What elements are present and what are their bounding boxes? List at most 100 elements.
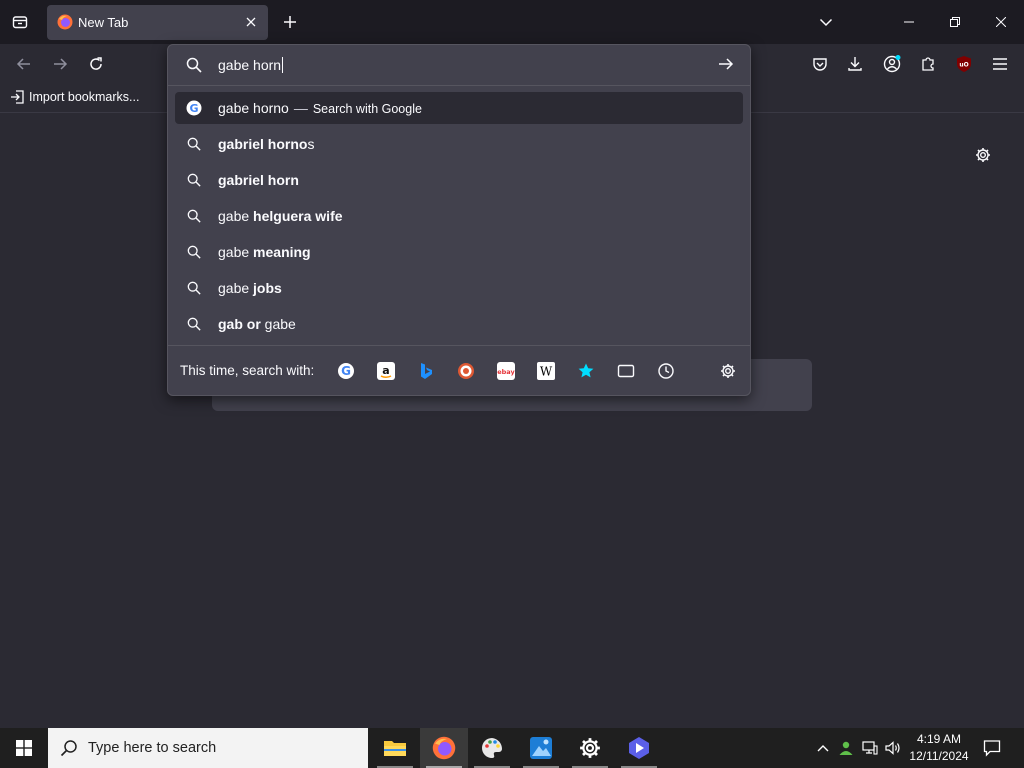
import-bookmarks-label: Import bookmarks...: [29, 90, 140, 104]
tab-close-button[interactable]: [241, 12, 261, 32]
restore-icon: [950, 17, 960, 27]
svg-text:uO: uO: [959, 62, 968, 69]
show-hidden-icons-button[interactable]: [814, 738, 832, 758]
result-suggestion[interactable]: gabe helguera wife: [175, 200, 743, 232]
result-suggestion[interactable]: gabe meaning: [175, 236, 743, 268]
svg-text:G: G: [189, 102, 198, 115]
bookmarks-star-icon[interactable]: [575, 360, 597, 382]
result-text: gabe helguera wife: [218, 208, 343, 224]
taskbar-search-box[interactable]: Type here to search: [48, 728, 368, 768]
user-tray-icon[interactable]: [837, 738, 855, 758]
tabs-icon[interactable]: [615, 360, 637, 382]
account-button[interactable]: [878, 50, 906, 78]
history-icon[interactable]: [655, 360, 677, 382]
photos-icon: [530, 737, 552, 759]
svg-text:W: W: [540, 365, 553, 379]
volume-tray-icon[interactable]: [884, 738, 902, 758]
restore-button[interactable]: [932, 0, 978, 44]
import-icon: [11, 90, 24, 104]
settings-taskbar-button[interactable]: [566, 728, 614, 768]
pocket-button[interactable]: [806, 50, 834, 78]
taskbar-search-placeholder: Type here to search: [88, 740, 217, 756]
close-icon: [246, 17, 256, 27]
close-window-button[interactable]: [978, 0, 1024, 44]
video-editor-icon: [629, 737, 649, 759]
urlbar-input[interactable]: gabe horn: [218, 57, 284, 73]
ebay-icon[interactable]: ebay: [495, 360, 517, 382]
plus-icon: [284, 16, 296, 28]
wikipedia-icon[interactable]: W: [535, 360, 557, 382]
file-explorer-button[interactable]: [371, 728, 419, 768]
firefox-view-button[interactable]: [6, 8, 34, 36]
tab-strip: New Tab: [0, 0, 1024, 44]
minimize-button[interactable]: [886, 0, 932, 44]
photos-button[interactable]: [517, 728, 565, 768]
result-text-bold: helguera wife: [253, 208, 343, 224]
chevron-down-icon: [819, 18, 833, 27]
svg-text:a: a: [382, 364, 389, 377]
result-suggestion[interactable]: gabriel horn: [175, 164, 743, 196]
close-icon: [996, 17, 1006, 27]
clock-date[interactable]: 12/11/2024: [908, 749, 970, 763]
go-button[interactable]: [718, 56, 738, 76]
result-text-plain: gabe: [218, 208, 254, 224]
paint-button[interactable]: [468, 728, 516, 768]
search-icon: [186, 316, 202, 332]
clock-time[interactable]: 4:19 AM: [908, 732, 970, 746]
search-icon: [186, 244, 202, 260]
personalize-button[interactable]: [972, 144, 994, 166]
result-text-bold: gab or: [218, 316, 261, 332]
back-button[interactable]: [10, 50, 38, 78]
forward-arrow-icon: [54, 58, 68, 70]
chevron-up-icon: [817, 745, 829, 752]
bing-icon[interactable]: [415, 360, 437, 382]
ublock-origin-button[interactable]: uO: [950, 50, 978, 78]
divider: [168, 345, 750, 346]
result-suggestion[interactable]: gabe jobs: [175, 272, 743, 304]
google-icon: G: [186, 100, 202, 116]
network-tray-icon[interactable]: [861, 738, 879, 758]
extensions-button[interactable]: [914, 50, 942, 78]
svg-text:G: G: [341, 364, 351, 378]
search-icon: [186, 57, 202, 73]
one-off-search-label: This time, search with:: [180, 363, 315, 378]
app-menu-button[interactable]: [986, 50, 1014, 78]
new-tab-button[interactable]: [278, 8, 302, 36]
result-text-bold: gabriel horn: [218, 172, 299, 188]
folder-icon: [384, 741, 406, 756]
divider: [168, 85, 750, 86]
search-settings-button[interactable]: [717, 360, 739, 382]
list-all-tabs-button[interactable]: [812, 8, 840, 36]
pocket-icon: [813, 58, 827, 71]
result-suggestion[interactable]: gabriel hornos: [175, 128, 743, 160]
duckduckgo-icon[interactable]: [455, 360, 477, 382]
urlbar-input-row[interactable]: gabe horn: [168, 45, 750, 85]
notification-center-button[interactable]: [980, 736, 1004, 760]
result-text: gabe horno — Search with Google: [218, 100, 422, 116]
person-icon: [839, 741, 853, 755]
reload-button[interactable]: [82, 50, 110, 78]
tab-new-tab[interactable]: New Tab: [47, 5, 268, 40]
firefox-taskbar-button[interactable]: [420, 728, 468, 768]
amazon-icon[interactable]: a: [375, 360, 397, 382]
search-icon: [186, 208, 202, 224]
ublock-icon: uO: [957, 56, 971, 72]
firefox-icon: [57, 14, 73, 30]
result-text: gab or gabe: [218, 316, 296, 332]
tab-title: New Tab: [78, 15, 129, 30]
result-text-plain: s: [307, 136, 315, 152]
result-search-with-google[interactable]: G gabe horno — Search with Google: [175, 92, 743, 124]
hamburger-menu-icon: [993, 58, 1007, 70]
account-icon: [883, 55, 901, 73]
import-bookmarks-button[interactable]: Import bookmarks...: [10, 90, 139, 104]
result-text: gabe jobs: [218, 280, 282, 296]
result-text: gabriel horn: [218, 172, 299, 188]
google-icon[interactable]: G: [335, 360, 357, 382]
search-icon: [186, 172, 202, 188]
downloads-button[interactable]: [841, 50, 869, 78]
start-button[interactable]: [0, 728, 48, 768]
result-text-bold: meaning: [253, 244, 311, 260]
result-suggestion[interactable]: gab or gabe: [175, 308, 743, 340]
forward-button[interactable]: [46, 50, 74, 78]
clipchamp-button[interactable]: [615, 728, 663, 768]
